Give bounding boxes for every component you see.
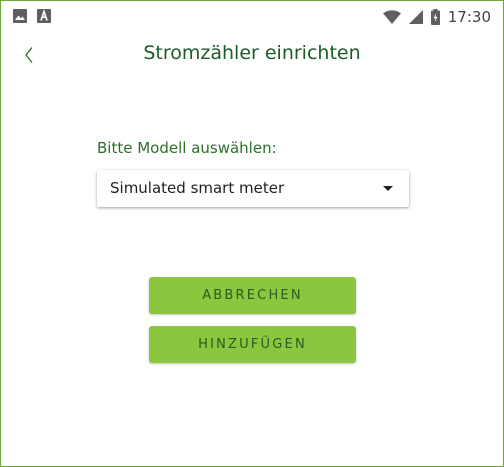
cancel-button[interactable]: ABBRECHEN [149,277,356,314]
app-bar: Stromzähler einrichten [1,33,503,77]
add-button[interactable]: HINZUFÜGEN [149,326,356,363]
selected-model-value: Simulated smart meter [110,179,285,197]
cell-signal-icon [408,10,423,24]
image-icon [13,9,27,23]
system-icons: 17:30 [382,7,491,27]
notification-icons [13,9,51,23]
triangle-down-icon [383,186,393,191]
app-window: 17:30 Stromzähler einrichten Bitte Model… [0,0,504,467]
model-select-label: Bitte Modell auswählen: [97,139,277,157]
wifi-icon [382,10,401,24]
model-select[interactable]: Simulated smart meter [97,170,409,207]
status-bar: 17:30 [1,1,503,33]
page-title: Stromzähler einrichten [143,42,361,64]
a-letter-icon [37,9,51,23]
battery-icon [430,9,440,25]
status-time: 17:30 [447,8,491,26]
